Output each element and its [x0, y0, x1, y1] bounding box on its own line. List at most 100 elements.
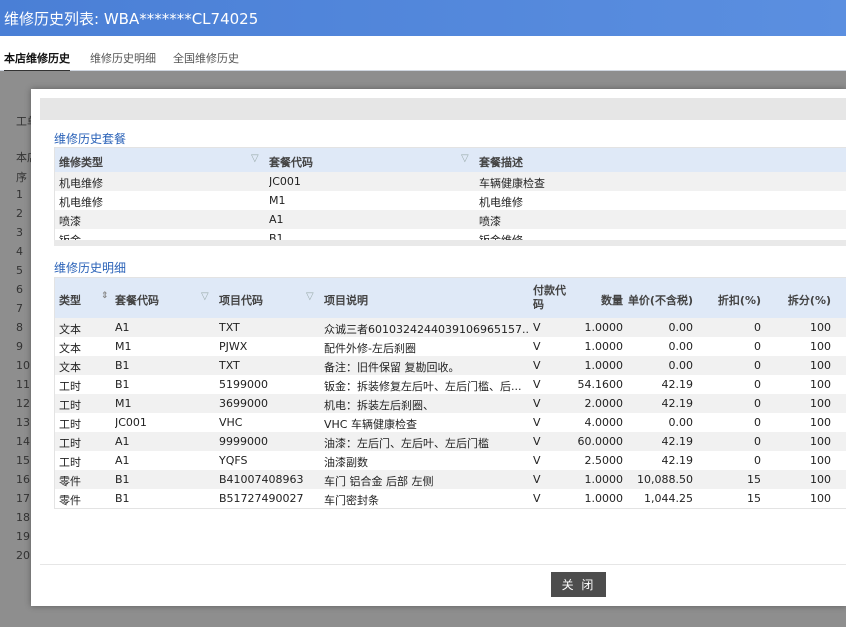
cell-quantity: 2.5000 — [584, 454, 624, 467]
cell-item-desc: 油漆副数 — [324, 456, 368, 469]
detail-grid-header: 类型 ⇕ 套餐代码 ▽ 项目代码 ▽ 项目说明 付款代码 数量 单价(不含税) … — [55, 278, 846, 318]
col-header-package-desc[interactable]: 套餐描述 — [479, 154, 523, 170]
cell-discount: 0 — [754, 340, 761, 353]
col-header-repair-type[interactable]: 维修类型 — [59, 154, 103, 170]
cell-package-code: A1 — [115, 435, 130, 448]
col-header-unit-price[interactable]: 单价(不含税) — [627, 292, 693, 308]
col-header-payment-code[interactable]: 付款代码 — [533, 284, 567, 312]
filter-icon[interactable]: ▽ — [306, 291, 314, 302]
repair-history-dialog: 维修历史套餐 维修类型 ▽ 套餐代码 ▽ 套餐描述 机电维修 JC001 车辆健康检… — [31, 89, 846, 606]
tab-history-detail[interactable]: 维修历史明细 — [90, 50, 156, 66]
tab-national-history[interactable]: 全国维修历史 — [173, 50, 239, 66]
table-row[interactable]: 工时 B1 5199000 钣金：拆装修复左后叶、左后门槛、后... V 54.1600 4… — [55, 375, 846, 394]
table-row[interactable]: 文本 B1 TXT 备注：旧件保留 复勘回收。 V 1.0000 0.00 0 100 — [55, 356, 846, 375]
background-label: 11 — [16, 378, 30, 391]
cell-discount: 0 — [754, 435, 761, 448]
cell-payment-code: V — [533, 340, 541, 353]
table-row[interactable]: 工时 A1 YQFS 油漆副数 V 2.5000 42.19 0 100 — [55, 451, 846, 470]
cell-package-code: B1 — [115, 378, 130, 391]
cell-package-code: B1 — [115, 492, 130, 505]
cell-quantity: 60.0000 — [577, 435, 624, 448]
table-row[interactable]: 机电维修 JC001 车辆健康检查 — [55, 172, 846, 191]
cell-unit-price: 10,088.50 — [637, 473, 693, 486]
cell-item-desc: 车门 铝合金 后部 左侧 — [324, 475, 434, 488]
table-row[interactable]: 喷漆 A1 喷漆 — [55, 210, 846, 229]
col-header-split[interactable]: 拆分(%) — [767, 292, 831, 308]
table-row[interactable]: 文本 M1 PJWX 配件外修-左后刹圈 V 1.0000 0.00 0 100 — [55, 337, 846, 356]
cell-item-code: YQFS — [219, 454, 248, 467]
col-header-item-code[interactable]: 项目代码 — [219, 292, 263, 308]
cell-quantity: 2.0000 — [584, 397, 624, 410]
package-section-title: 维修历史套餐 — [54, 132, 127, 146]
table-row[interactable]: 文本 A1 TXT 众诚三者6010324244039106965157... V 1.0… — [55, 318, 846, 337]
cell-item-desc: 配件外修-左后刹圈 — [324, 342, 416, 355]
cell-unit-price: 0.00 — [668, 321, 694, 334]
cell-package-code: M1 — [115, 340, 132, 353]
footer-divider — [40, 564, 846, 565]
filter-icon[interactable]: ▽ — [461, 153, 469, 164]
cell-split: 100 — [810, 321, 831, 334]
background-label: 7 — [16, 302, 23, 315]
col-header-quantity[interactable]: 数量 — [575, 292, 623, 308]
cell-package-code: A1 — [115, 454, 130, 467]
cell-split: 100 — [810, 416, 831, 429]
cell-payment-code: V — [533, 321, 541, 334]
table-row[interactable]: 零件 B1 B41007408963 车门 铝合金 后部 左侧 V 1.0000 10,08… — [55, 470, 846, 489]
background-label: 6 — [16, 283, 23, 296]
cell-item-code: B51727490027 — [219, 492, 304, 505]
col-header-discount[interactable]: 折扣(%) — [701, 292, 761, 308]
cell-type: 工时 — [59, 418, 81, 431]
cell-payment-code: V — [533, 454, 541, 467]
cell-package-code: B1 — [115, 473, 130, 486]
table-row[interactable]: 工时 JC001 VHC VHC 车辆健康检查 V 4.0000 0.00 0 100 — [55, 413, 846, 432]
cell-type: 文本 — [59, 323, 81, 336]
cell-package-desc: 喷漆 — [479, 215, 501, 228]
cell-split: 100 — [810, 473, 831, 486]
col-header-package-code[interactable]: 套餐代码 — [115, 292, 159, 308]
window-title-bar: 维修历史列表: WBA*******CL74025 — [0, 0, 846, 36]
cell-package-code: B1 — [115, 359, 130, 372]
package-grid-body: 机电维修 JC001 车辆健康检查 机电维修 M1 机电维修 喷漆 A1 喷漆 钣金 B1 钣金维修 — [55, 172, 846, 241]
cell-split: 100 — [810, 359, 831, 372]
cell-quantity: 1.0000 — [584, 492, 624, 505]
sort-icon[interactable]: ⇕ — [101, 291, 109, 301]
cell-item-desc: 众诚三者6010324244039106965157... — [324, 323, 529, 336]
cell-type: 工时 — [59, 380, 81, 393]
table-row[interactable]: 工时 M1 3699000 机电：拆装左后刹圈、 V 2.0000 42.19 0 100 — [55, 394, 846, 413]
detail-grid-body: 文本 A1 TXT 众诚三者6010324244039106965157... V 1.0… — [55, 318, 846, 508]
cell-discount: 15 — [747, 473, 761, 486]
background-label: 9 — [16, 340, 23, 353]
cell-unit-price: 42.19 — [661, 435, 694, 448]
section-divider[interactable] — [54, 240, 846, 246]
cell-unit-price: 0.00 — [668, 416, 694, 429]
cell-quantity: 1.0000 — [584, 321, 624, 334]
cell-package-desc: 机电维修 — [479, 196, 523, 209]
table-row[interactable]: 机电维修 M1 机电维修 — [55, 191, 846, 210]
filter-icon[interactable]: ▽ — [251, 153, 259, 164]
col-header-item-desc[interactable]: 项目说明 — [324, 292, 368, 308]
col-header-package-code[interactable]: 套餐代码 — [269, 154, 313, 170]
table-row[interactable]: 工时 A1 9999000 油漆：左后门、左后叶、左后门槛 V 60.0000 42.19 0… — [55, 432, 846, 451]
detail-section-title: 维修历史明细 — [54, 261, 127, 275]
cell-discount: 0 — [754, 321, 761, 334]
cell-split: 100 — [810, 340, 831, 353]
cell-item-desc: 油漆：左后门、左后叶、左后门槛 — [324, 437, 489, 450]
cell-package-code: A1 — [269, 213, 284, 226]
cell-type: 文本 — [59, 342, 81, 355]
background-label: 14 — [16, 435, 30, 448]
cell-discount: 0 — [754, 416, 761, 429]
background-label: 2 — [16, 207, 23, 220]
col-header-type[interactable]: 类型 — [59, 292, 81, 308]
cell-quantity: 1.0000 — [584, 359, 624, 372]
cell-payment-code: V — [533, 397, 541, 410]
cell-payment-code: V — [533, 435, 541, 448]
cell-item-code: TXT — [219, 359, 240, 372]
filter-icon[interactable]: ▽ — [201, 291, 209, 302]
cell-unit-price: 1,044.25 — [644, 492, 693, 505]
background-label: 16 — [16, 473, 30, 486]
close-button[interactable]: 关 闭 — [551, 572, 606, 597]
tab-store-history[interactable]: 本店维修历史 — [4, 50, 70, 72]
cell-item-desc: 机电：拆装左后刹圈、 — [324, 399, 434, 412]
table-row[interactable]: 零件 B1 B51727490027 车门密封条 V 1.0000 1,044.25 15 10… — [55, 489, 846, 508]
cell-item-desc: 备注：旧件保留 复勘回收。 — [324, 361, 460, 374]
